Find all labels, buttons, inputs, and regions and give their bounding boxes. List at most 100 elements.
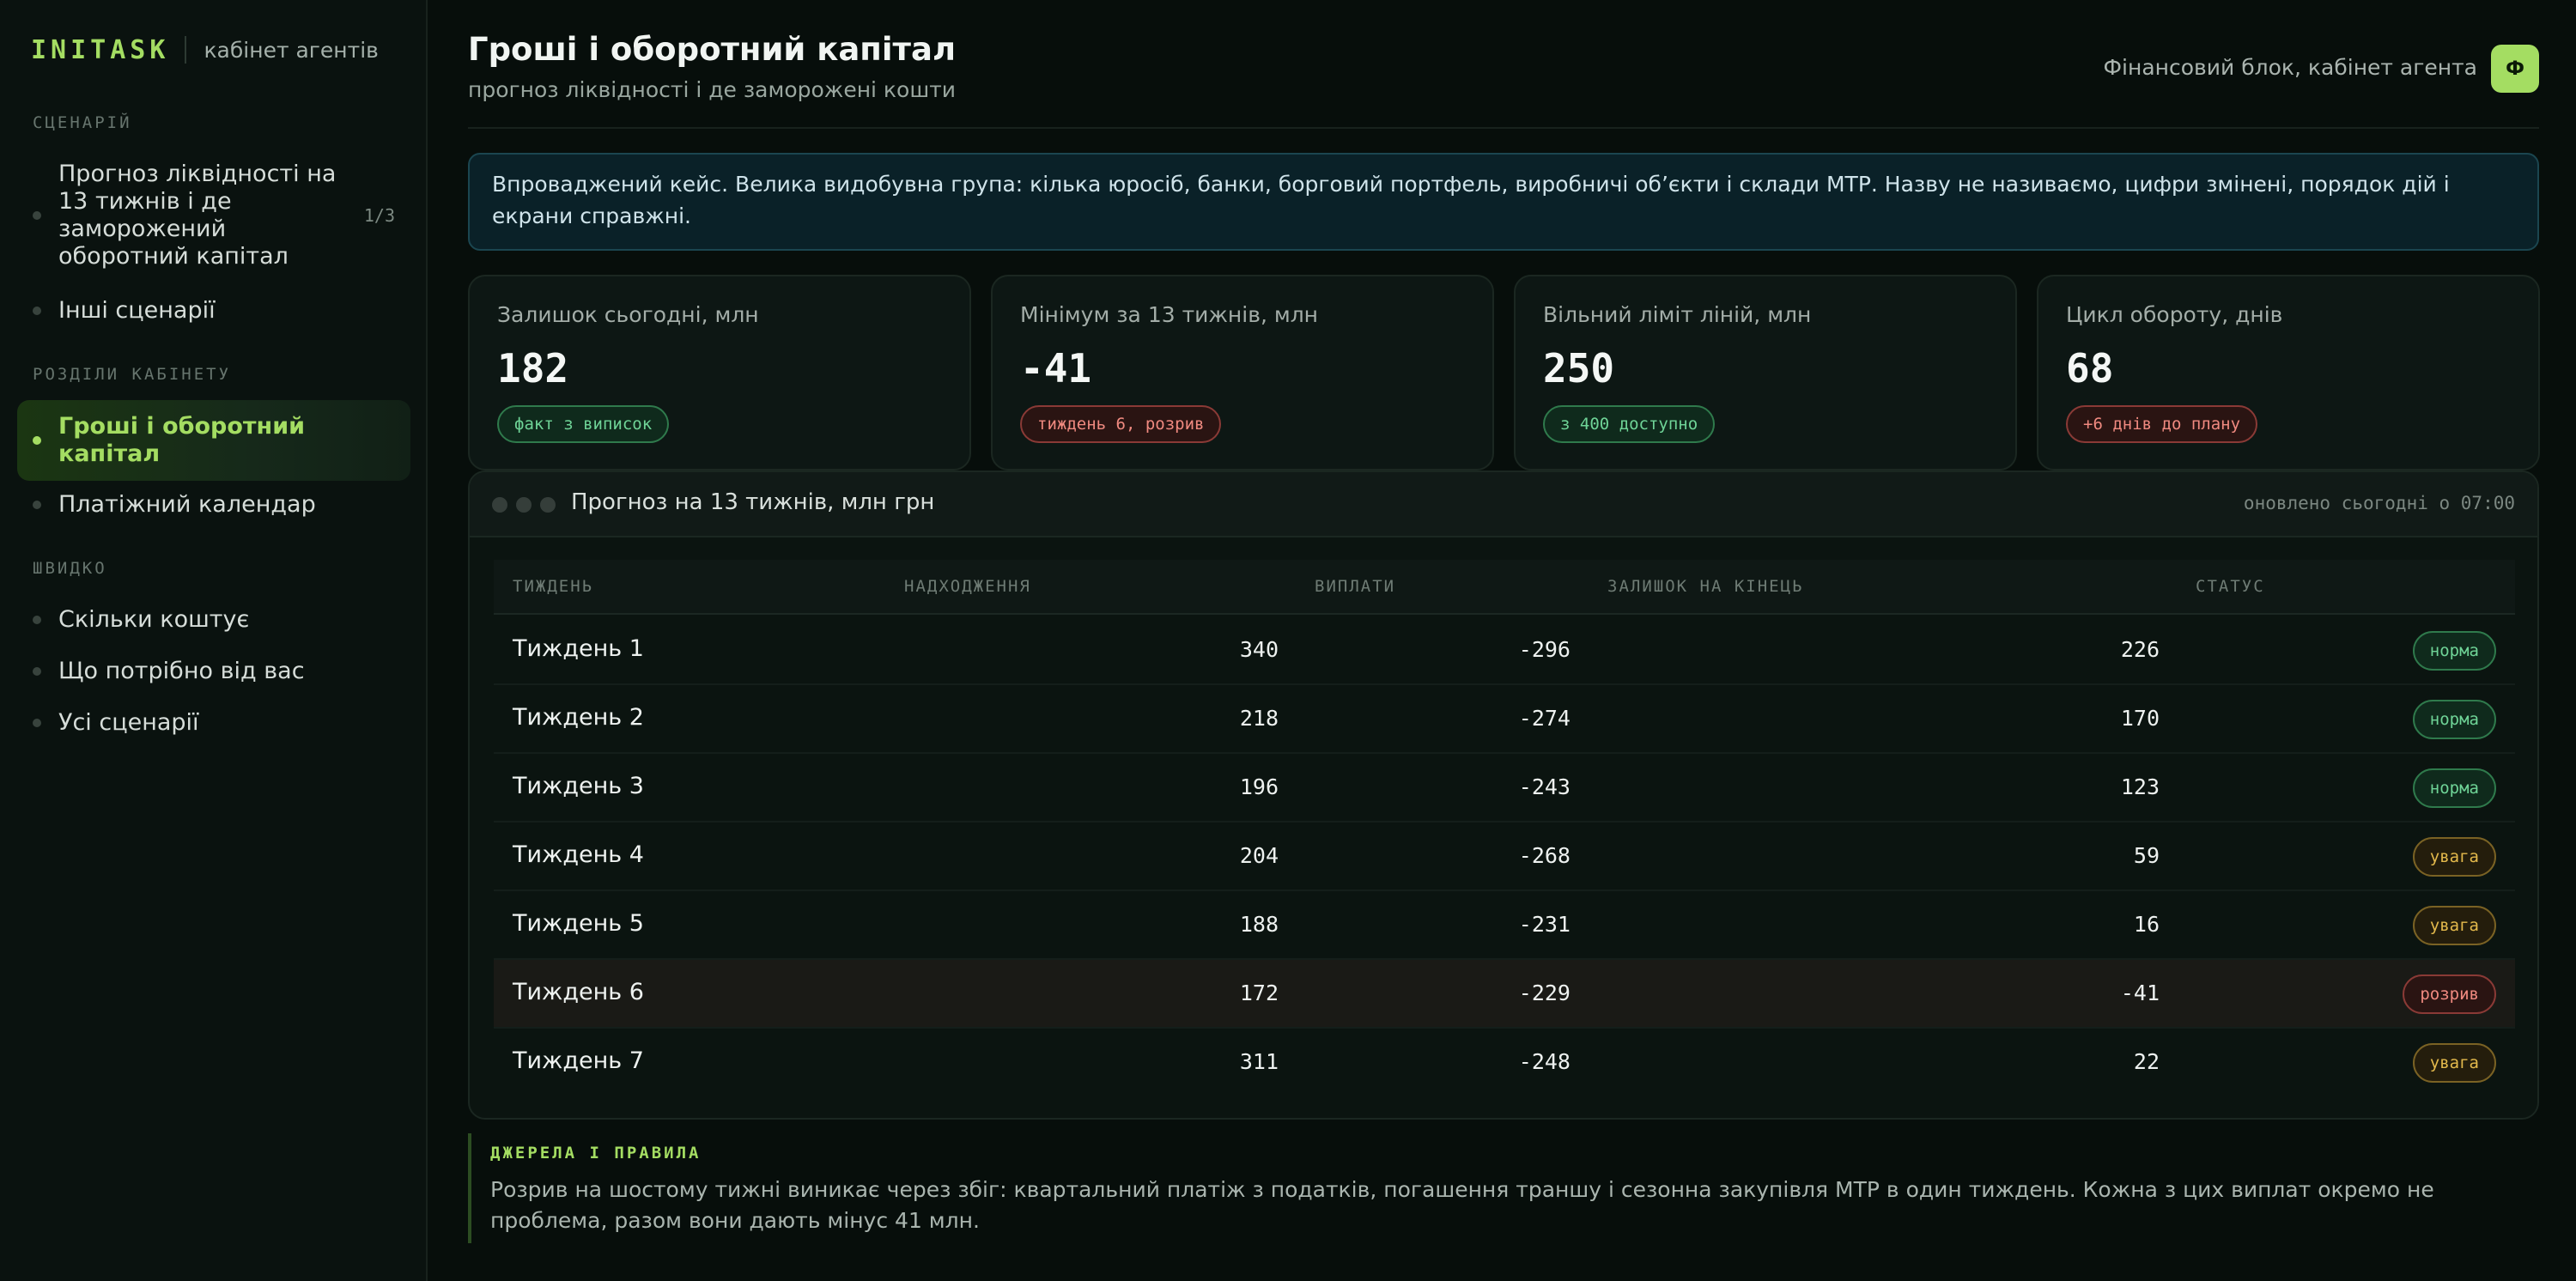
- cell-payments: -274: [1518, 706, 1571, 731]
- section-label-quick: ШВИДКО: [33, 559, 107, 578]
- metric-value: 182: [497, 345, 569, 392]
- metric-card-minimum-13-weeks: Мінімум за 13 тижнів, млн -41 тиждень 6,…: [991, 275, 1494, 471]
- column-header-status[interactable]: СТАТУС: [2196, 577, 2265, 596]
- cell-closing-balance: 22: [2133, 1049, 2160, 1074]
- section-label-scenarios: СЦЕНАРІЙ: [33, 113, 132, 132]
- window-dot-icon: [492, 497, 507, 513]
- cell-payments: -296: [1518, 637, 1571, 662]
- status-badge: норма: [2412, 768, 2496, 808]
- status-badge: увага: [2412, 906, 2496, 945]
- brand[interactable]: INITASK кабінет агентів: [31, 33, 379, 67]
- metric-value: 250: [1543, 345, 1615, 392]
- cell-inflows: 196: [1239, 774, 1279, 799]
- metric-card-balance-today: Залишок сьогодні, млн 182 факт з виписок: [468, 275, 971, 471]
- metric-card-turnover-cycle: Цикл обороту, днів 68 +6 днів до плану: [2037, 275, 2540, 471]
- cell-inflows: 172: [1239, 980, 1279, 1005]
- column-header-payments[interactable]: ВИПЛАТИ: [1315, 577, 1395, 596]
- sidebar-item-liquidity-forecast[interactable]: Прогноз ліквідності на 13 тижнів і де за…: [17, 158, 410, 273]
- cell-closing-balance: 59: [2133, 843, 2160, 868]
- cell-week: Тиждень 1: [513, 635, 644, 662]
- cell-inflows: 188: [1239, 912, 1279, 937]
- metric-label: Цикл обороту, днів: [2066, 302, 2283, 327]
- metric-label: Вільний ліміт ліній, млн: [1543, 302, 1812, 327]
- sidebar-item-label: Гроші і оборотний капітал: [58, 413, 306, 467]
- panel-header: Прогноз на 13 тижнів, млн грн оновлено с…: [470, 472, 2537, 537]
- cell-week: Тиждень 7: [513, 1047, 644, 1074]
- sidebar-item-requirements[interactable]: Що потрібно від вас: [17, 653, 410, 690]
- cell-payments: -268: [1518, 843, 1571, 868]
- sidebar-item-pricing[interactable]: Скільки коштує: [17, 601, 410, 639]
- brand-divider: [185, 36, 187, 64]
- sidebar-item-label: Що потрібно від вас: [58, 658, 305, 684]
- bullet-icon: [33, 436, 41, 445]
- sources-text: Розрив на шостому тижні виникає через зб…: [490, 1177, 2434, 1233]
- sidebar-item-label: Прогноз ліквідності на 13 тижнів і де за…: [58, 161, 337, 270]
- cell-payments: -243: [1518, 774, 1571, 799]
- cell-week: Тиждень 6: [513, 979, 644, 1005]
- table-row[interactable]: Тиждень 7 311 -248 22 увага: [494, 1029, 2515, 1097]
- table-row[interactable]: Тиждень 1 340 -296 226 норма: [494, 616, 2515, 685]
- sidebar-item-money-working-capital[interactable]: Гроші і оборотний капітал: [17, 400, 410, 481]
- table-header: ТИЖДЕНЬ НАДХОДЖЕННЯ ВИПЛАТИ ЗАЛИШОК НА К…: [494, 560, 2515, 615]
- case-banner: Впроваджений кейс. Велика видобувна груп…: [468, 153, 2539, 251]
- table-row[interactable]: Тиждень 3 196 -243 123 норма: [494, 754, 2515, 823]
- metric-value: 68: [2066, 345, 2114, 392]
- sources-note: ДЖЕРЕЛА І ПРАВИЛА Розрив на шостому тижн…: [468, 1133, 2539, 1243]
- status-badge: розрив: [2403, 974, 2496, 1014]
- agent-context-label: Фінансовий блок, кабінет агента: [2103, 55, 2477, 80]
- brand-subtitle: кабінет агентів: [204, 37, 379, 63]
- sidebar-item-other-scenarios[interactable]: Інші сценарії: [17, 292, 410, 330]
- sidebar-item-all-scenarios[interactable]: Усі сценарії: [17, 704, 410, 742]
- scenario-counter: 1/3: [363, 205, 395, 226]
- last-updated: оновлено сьогодні о 07:00: [2243, 493, 2515, 513]
- avatar[interactable]: Ф: [2491, 45, 2539, 93]
- cell-week: Тиждень 4: [513, 841, 644, 868]
- bullet-icon: [33, 616, 41, 624]
- cell-week: Тиждень 5: [513, 910, 644, 937]
- sidebar-item-label: Інші сценарії: [58, 297, 216, 324]
- table-row[interactable]: Тиждень 4 204 -268 59 увага: [494, 823, 2515, 891]
- cell-payments: -229: [1518, 980, 1571, 1005]
- metric-label: Залишок сьогодні, млн: [497, 302, 759, 327]
- section-label-cabinet: РОЗДІЛИ КАБІНЕТУ: [33, 365, 232, 384]
- cell-closing-balance: -41: [2120, 980, 2160, 1005]
- page-subtitle: прогноз ліквідності і де заморожені кошт…: [468, 77, 957, 102]
- table-row[interactable]: Тиждень 5 188 -231 16 увага: [494, 891, 2515, 960]
- cell-closing-balance: 226: [2120, 637, 2160, 662]
- sidebar-item-label: Усі сценарії: [58, 709, 199, 736]
- sidebar: INITASK кабінет агентів СЦЕНАРІЙ Прогноз…: [0, 0, 428, 1281]
- cell-inflows: 340: [1239, 637, 1279, 662]
- metric-badge: тиждень 6, розрив: [1020, 405, 1222, 443]
- column-header-inflows[interactable]: НАДХОДЖЕННЯ: [904, 577, 1031, 596]
- metric-badge: факт з виписок: [497, 405, 670, 443]
- column-header-week[interactable]: ТИЖДЕНЬ: [513, 577, 593, 596]
- cell-closing-balance: 16: [2133, 912, 2160, 937]
- cell-inflows: 218: [1239, 706, 1279, 731]
- header-divider: [468, 127, 2539, 129]
- metric-badge: з 400 доступно: [1543, 405, 1716, 443]
- bullet-icon: [33, 211, 41, 220]
- metric-card-free-credit-limit: Вільний ліміт ліній, млн 250 з 400 досту…: [1514, 275, 2017, 471]
- status-badge: увага: [2412, 837, 2496, 877]
- cell-inflows: 204: [1239, 843, 1279, 868]
- case-banner-text: Впроваджений кейс. Велика видобувна груп…: [492, 172, 2450, 228]
- metric-label: Мінімум за 13 тижнів, млн: [1020, 302, 1319, 327]
- sidebar-item-label: Скільки коштує: [58, 606, 250, 633]
- metric-badge: +6 днів до плану: [2066, 405, 2258, 443]
- status-badge: увага: [2412, 1043, 2496, 1083]
- column-header-closing-balance[interactable]: ЗАЛИШОК НА КІНЕЦЬ: [1607, 577, 1803, 596]
- sidebar-item-label: Платіжний календар: [58, 491, 316, 518]
- sidebar-item-payment-calendar[interactable]: Платіжний календар: [17, 486, 410, 524]
- table-row-highlighted[interactable]: Тиждень 6 172 -229 -41 розрив: [494, 960, 2515, 1029]
- brand-logo[interactable]: INITASK: [31, 35, 169, 65]
- bullet-icon: [33, 307, 41, 315]
- status-badge: норма: [2412, 700, 2496, 739]
- forecast-panel: Прогноз на 13 тижнів, млн грн оновлено с…: [468, 471, 2539, 1120]
- table-row[interactable]: Тиждень 2 218 -274 170 норма: [494, 685, 2515, 754]
- window-dot-icon: [516, 497, 532, 513]
- bullet-icon: [33, 719, 41, 727]
- cell-inflows: 311: [1239, 1049, 1279, 1074]
- panel-title: Прогноз на 13 тижнів, млн грн: [571, 489, 935, 515]
- page-title: Гроші і оборотний капітал: [468, 31, 957, 68]
- cell-closing-balance: 170: [2120, 706, 2160, 731]
